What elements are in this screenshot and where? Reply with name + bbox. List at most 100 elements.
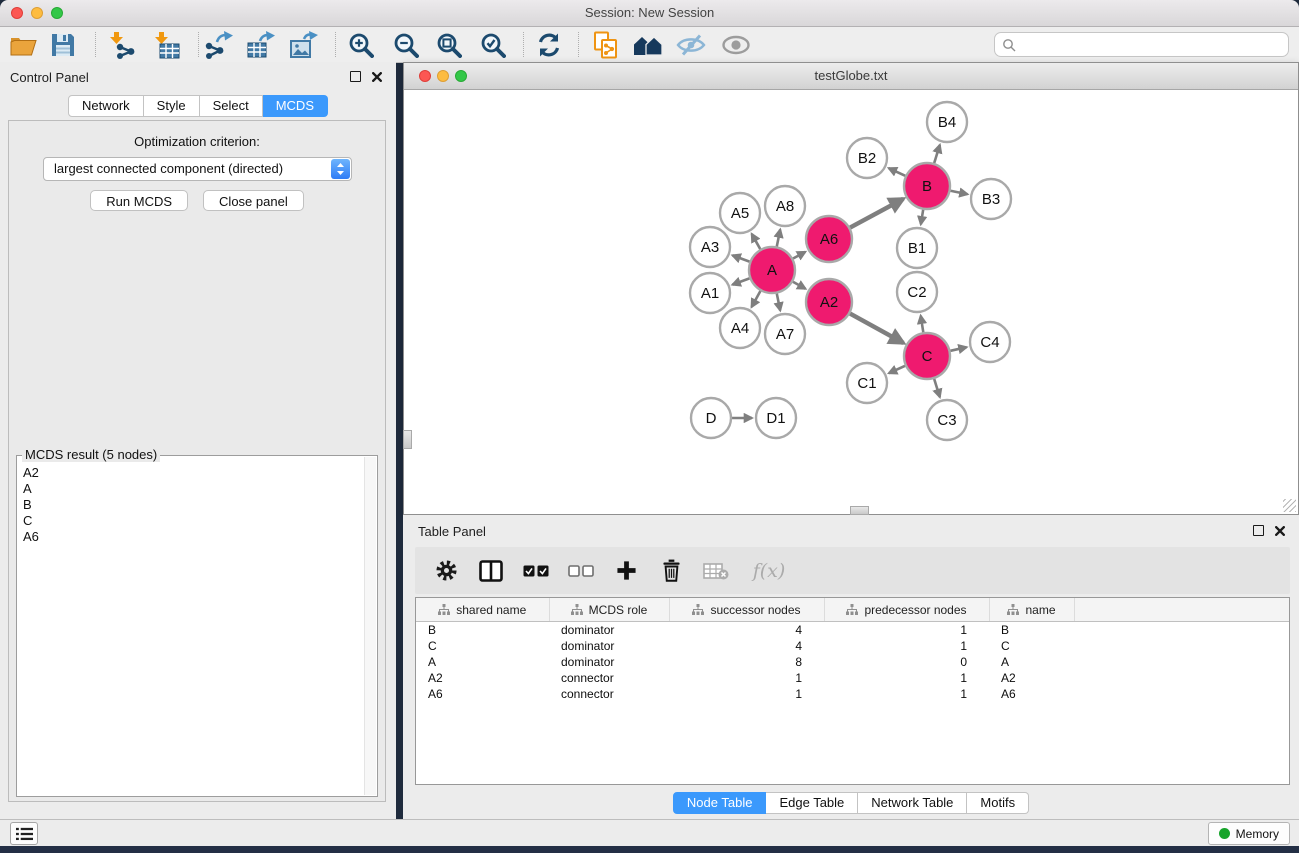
result-item[interactable]: A	[23, 481, 363, 497]
graph-node-A7[interactable]: A7	[765, 314, 805, 354]
panel-collapse-handle-bottom[interactable]	[850, 506, 869, 515]
select-all-button[interactable]	[522, 557, 550, 585]
network-minimize-button[interactable]	[437, 70, 449, 82]
graph-edge-A-A8[interactable]	[777, 230, 780, 247]
graph-node-B3[interactable]: B3	[971, 179, 1011, 219]
graph-node-A5[interactable]: A5	[720, 193, 760, 233]
memory-button[interactable]: Memory	[1208, 822, 1290, 845]
graph-edge-A2-C[interactable]	[850, 314, 903, 343]
graph-node-C2[interactable]: C2	[897, 272, 937, 312]
network-zoom-button[interactable]	[455, 70, 467, 82]
graph-node-B[interactable]: B	[904, 163, 950, 209]
graph-node-C4[interactable]: C4	[970, 322, 1010, 362]
graph-edge-A-A5[interactable]	[752, 234, 761, 249]
import-table-button[interactable]	[151, 30, 181, 60]
show-column-button[interactable]	[477, 557, 505, 585]
refresh-button[interactable]	[534, 30, 564, 60]
column-header-name[interactable]: name	[989, 598, 1074, 622]
close-panel-button[interactable]: Close panel	[203, 190, 304, 211]
table-row[interactable]: A6connector11A6	[416, 686, 1289, 702]
graph-node-D[interactable]: D	[691, 398, 731, 438]
zoom-window-button[interactable]	[51, 7, 63, 19]
float-panel-icon[interactable]	[1253, 525, 1264, 536]
column-header-predecessor-nodes[interactable]: predecessor nodes	[824, 598, 989, 622]
graph-edge-B-B4[interactable]	[934, 145, 940, 163]
graph-edge-B-B3[interactable]	[951, 191, 968, 194]
graph-node-A1[interactable]: A1	[690, 273, 730, 313]
close-panel-icon[interactable]	[372, 72, 382, 82]
export-network-button[interactable]	[204, 30, 234, 60]
manage-networks-button[interactable]	[591, 30, 621, 60]
graph-node-C[interactable]: C	[904, 333, 950, 379]
tab-edge-table[interactable]: Edge Table	[766, 792, 858, 814]
tab-select[interactable]: Select	[200, 95, 263, 117]
tab-network[interactable]: Network	[68, 95, 144, 117]
graph-node-D1[interactable]: D1	[756, 398, 796, 438]
graph-edge-C-C1[interactable]	[889, 366, 905, 373]
column-header-shared-name[interactable]: shared name	[416, 598, 549, 622]
zoom-fit-button[interactable]	[434, 30, 464, 60]
graph-edge-A-A2[interactable]	[793, 282, 806, 289]
criterion-dropdown[interactable]: largest connected component (directed)	[43, 157, 352, 181]
close-window-button[interactable]	[11, 7, 23, 19]
graph-node-B4[interactable]: B4	[927, 102, 967, 142]
network-close-button[interactable]	[419, 70, 431, 82]
app-titlebar[interactable]: Session: New Session	[0, 0, 1299, 27]
graph-edge-B-B1[interactable]	[921, 210, 923, 225]
tab-motifs[interactable]: Motifs	[967, 792, 1029, 814]
result-item[interactable]: C	[23, 513, 363, 529]
tab-node-table[interactable]: Node Table	[673, 792, 767, 814]
show-panels-button[interactable]	[721, 30, 751, 60]
result-item[interactable]: B	[23, 497, 363, 513]
zoom-out-button[interactable]	[391, 30, 421, 60]
graph-edge-A-A4[interactable]	[752, 291, 761, 307]
network-canvas[interactable]: B4B2BB3A8A5A6A3B1AC2A1A2A4A7C4CC1C3DD1	[404, 90, 1298, 514]
save-session-button[interactable]	[48, 30, 78, 60]
window-resize-grip[interactable]	[1283, 499, 1296, 512]
graph-edge-A-A7[interactable]	[777, 294, 780, 311]
panel-collapse-handle-left[interactable]	[403, 430, 412, 449]
add-column-button[interactable]	[612, 557, 640, 585]
table-settings-button[interactable]	[432, 557, 460, 585]
graph-edge-A-A6[interactable]	[793, 252, 805, 259]
graph-node-C1[interactable]: C1	[847, 363, 887, 403]
graph-edge-A6-B[interactable]	[850, 199, 903, 228]
home-button[interactable]	[633, 30, 663, 60]
graph-node-A2[interactable]: A2	[806, 279, 852, 325]
table-row[interactable]: Bdominator41B	[416, 622, 1289, 639]
table-row[interactable]: A2connector11A2	[416, 670, 1289, 686]
tab-style[interactable]: Style	[144, 95, 200, 117]
import-network-button[interactable]	[106, 30, 136, 60]
deselect-all-button[interactable]	[567, 557, 595, 585]
table-row[interactable]: Adominator80A	[416, 654, 1289, 670]
graph-node-A[interactable]: A	[749, 247, 795, 293]
delete-column-button[interactable]	[657, 557, 685, 585]
hide-panels-button[interactable]	[676, 30, 706, 60]
export-table-button[interactable]	[246, 30, 276, 60]
graph-node-A6[interactable]: A6	[806, 216, 852, 262]
close-panel-icon[interactable]	[1275, 526, 1285, 536]
delete-table-button[interactable]	[702, 557, 730, 585]
export-image-button[interactable]	[289, 30, 319, 60]
zoom-in-button[interactable]	[346, 30, 376, 60]
run-mcds-button[interactable]: Run MCDS	[90, 190, 188, 211]
result-item[interactable]: A6	[23, 529, 363, 545]
graph-node-B1[interactable]: B1	[897, 228, 937, 268]
tab-mcds[interactable]: MCDS	[263, 95, 328, 117]
column-header-successor-nodes[interactable]: successor nodes	[669, 598, 824, 622]
tab-network-table[interactable]: Network Table	[858, 792, 967, 814]
graph-node-C3[interactable]: C3	[927, 400, 967, 440]
column-header-MCDS-role[interactable]: MCDS role	[549, 598, 669, 622]
function-builder-button[interactable]: f(x)	[747, 557, 791, 585]
open-session-button[interactable]	[8, 30, 38, 60]
graph-node-A8[interactable]: A8	[765, 186, 805, 226]
minimize-window-button[interactable]	[31, 7, 43, 19]
network-window-titlebar[interactable]: testGlobe.txt	[404, 63, 1298, 90]
zoom-selected-button[interactable]	[478, 30, 508, 60]
graph-edge-B-B2[interactable]	[889, 168, 906, 176]
graph-edge-A-A3[interactable]	[733, 255, 750, 261]
graph-edge-C-C4[interactable]	[950, 347, 966, 351]
graph-node-B2[interactable]: B2	[847, 138, 887, 178]
graph-node-A3[interactable]: A3	[690, 227, 730, 267]
table-row[interactable]: Cdominator41C	[416, 638, 1289, 654]
